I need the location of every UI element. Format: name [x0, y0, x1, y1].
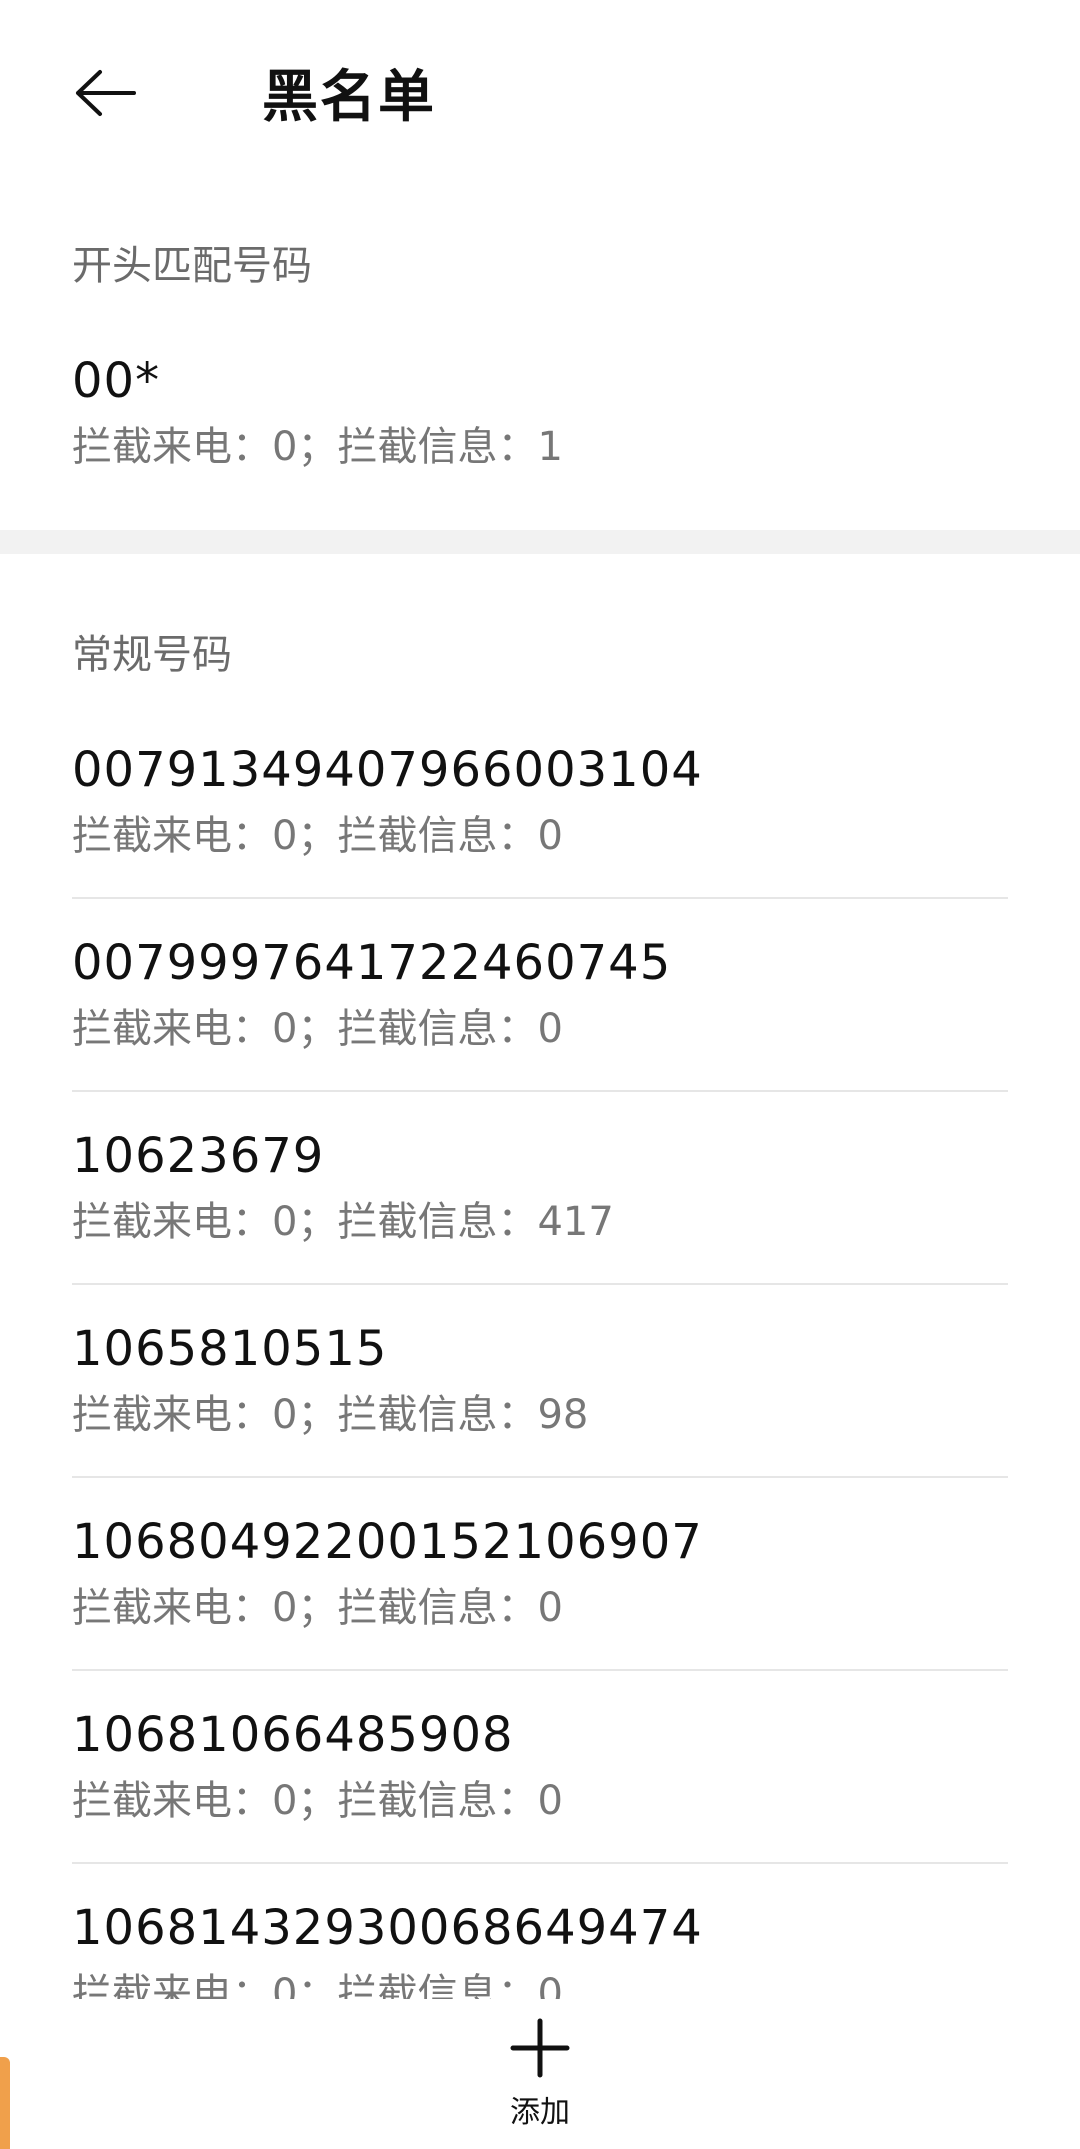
section-gap	[0, 530, 1080, 554]
list-item[interactable]: 0079997641722460745 拦截来电：0；拦截信息：0	[72, 899, 1008, 1092]
list-item[interactable]: 1065810515 拦截来电：0；拦截信息：98	[72, 1285, 1008, 1478]
list-item[interactable]: 10623679 拦截来电：0；拦截信息：417	[72, 1092, 1008, 1285]
page-title: 黑名单	[262, 65, 436, 130]
edge-handle[interactable]	[0, 2057, 10, 2149]
list-item[interactable]: 10681066485908 拦截来电：0；拦截信息：0	[72, 1671, 1008, 1864]
list-item-number: 10681066485908	[72, 1706, 514, 1763]
list-item-prefix[interactable]: 00* 拦截来电：0；拦截信息：1	[72, 317, 1008, 510]
list-item[interactable]: 00791349407966003104 拦截来电：0；拦截信息：0	[72, 706, 1008, 899]
list-item-number: 10680492200152106907	[72, 1513, 703, 1570]
add-button[interactable]: 添加	[509, 2017, 571, 2131]
list-item-stats: 拦截来电：0；拦截信息：0	[72, 812, 563, 859]
list-item-stats: 拦截来电：0；拦截信息：0	[72, 1584, 563, 1631]
list-item-number: 0079997641722460745	[72, 934, 672, 991]
bottom-action-bar: 添加	[0, 1999, 1080, 2149]
plus-icon	[510, 2018, 570, 2078]
back-button[interactable]	[72, 58, 142, 128]
blacklist-page: 黑名单 开头匹配号码 00* 拦截来电：0；拦截信息：1 常规号码 007913…	[0, 0, 1080, 2149]
list-item-stats: 拦截来电：0；拦截信息：1	[72, 423, 563, 470]
list-item-stats: 拦截来电：0；拦截信息：98	[72, 1391, 589, 1438]
list-item-number: 00*	[72, 352, 161, 409]
add-button-label: 添加	[510, 2095, 570, 2130]
list-item-stats: 拦截来电：0；拦截信息：0	[72, 1005, 563, 1052]
list-item-number: 10681432930068649474	[72, 1899, 703, 1956]
section-title-regular: 常规号码	[72, 632, 232, 678]
list-item-stats: 拦截来电：0；拦截信息：0	[72, 1777, 563, 1824]
arrow-left-icon	[76, 69, 136, 116]
list-item-stats: 拦截来电：0；拦截信息：417	[72, 1198, 614, 1245]
list-item-number: 10623679	[72, 1127, 325, 1184]
app-header: 黑名单	[0, 0, 1080, 175]
list-item[interactable]: 10680492200152106907 拦截来电：0；拦截信息：0	[72, 1478, 1008, 1671]
list-item-number: 00791349407966003104	[72, 741, 703, 798]
section-title-prefix: 开头匹配号码	[72, 243, 312, 289]
list-item-number: 1065810515	[72, 1320, 388, 1377]
